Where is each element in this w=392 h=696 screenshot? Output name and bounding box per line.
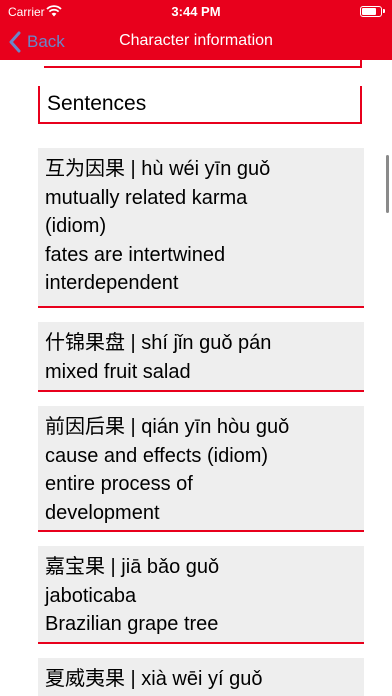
sentence-definition: Brazilian grape tree: [45, 613, 219, 635]
previous-section-divider: [44, 66, 362, 68]
sentence-headword: 前因后果 | qián yīn hòu guǒ: [45, 416, 290, 438]
navigation-bar: Back Character information: [0, 24, 392, 60]
sentence-item[interactable]: 前因后果 | qián yīn hòu guǒ cause and effect…: [38, 406, 364, 532]
sentence-item[interactable]: 什锦果盘 | shí jǐn guǒ pán mixed fruit salad: [38, 322, 364, 392]
sentence-item[interactable]: 互为因果 | hù wéi yīn guǒ mutually related k…: [38, 148, 364, 308]
sentence-definition: cause and effects (idiom): [45, 444, 269, 467]
scroll-indicator[interactable]: [386, 155, 389, 213]
battery-icon: [360, 6, 385, 17]
sentence-definition: development: [45, 501, 160, 524]
sentence-definition: interdependent: [45, 272, 179, 294]
sentence-headword: 夏威夷果 | xià wēi yí guǒ: [45, 668, 263, 690]
sentence-headword: 互为因果 | hù wéi yīn guǒ: [45, 158, 271, 180]
sentence-definition: mutually related karma: [45, 186, 248, 209]
sentence-definition: mixed fruit salad: [45, 360, 191, 383]
section-title: Sentences: [47, 92, 147, 115]
sentence-headword: 嘉宝果 | jiā bǎo guǒ: [45, 556, 220, 578]
previous-section-divider-edge: [360, 60, 362, 68]
page-title: Character information: [119, 32, 273, 49]
sentence-definition: (idiom): [45, 215, 107, 237]
sentences-section-header: Sentences: [38, 86, 362, 124]
content-scroll-view[interactable]: Sentences 互为因果 | hù wéi yīn guǒ mutually…: [0, 60, 392, 696]
sentence-definition: jaboticaba: [45, 584, 137, 607]
status-time: 3:44 PM: [171, 4, 221, 19]
sentence-definition: fates are intertwined: [45, 243, 226, 266]
sentence-definition: entire process of: [45, 473, 193, 495]
sentence-item[interactable]: 夏威夷果 | xià wēi yí guǒ: [38, 658, 364, 696]
sentence-item[interactable]: 嘉宝果 | jiā bǎo guǒ jaboticaba Brazilian g…: [38, 546, 364, 644]
sentence-headword: 什锦果盘 | shí jǐn guǒ pán: [45, 332, 272, 354]
status-bar: Carrier 3:44 PM: [0, 0, 392, 24]
